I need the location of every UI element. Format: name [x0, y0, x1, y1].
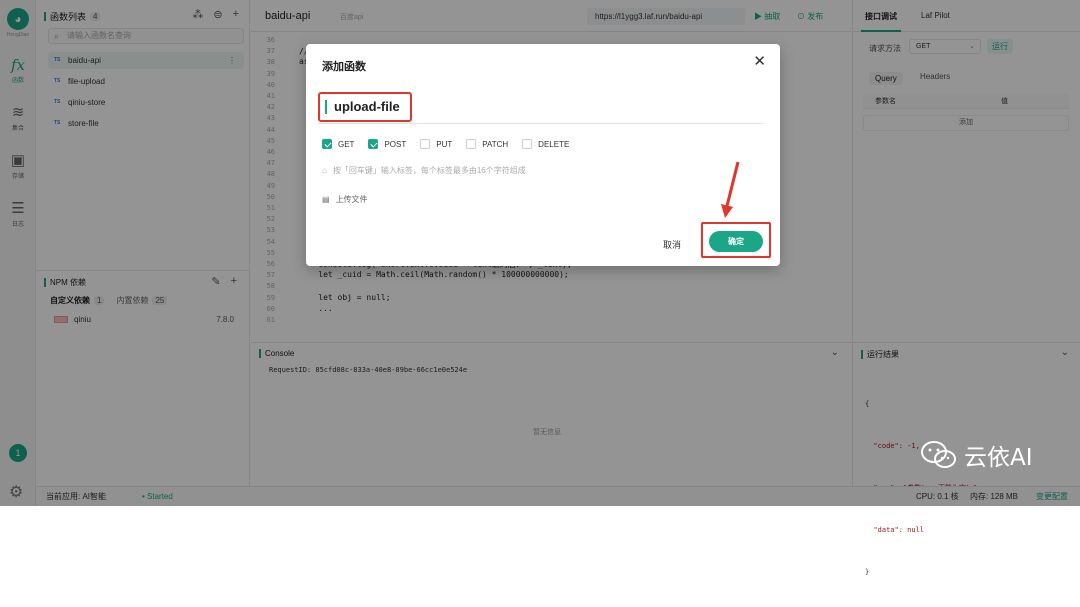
function-name-value: upload-file — [334, 99, 400, 114]
method-get-checkbox[interactable]: GET — [322, 139, 354, 149]
method-label: POST — [384, 139, 407, 149]
method-put-checkbox[interactable]: PUT — [420, 139, 452, 149]
tag-input[interactable]: ⌂ 按「回车键」输入标签，每个标签最多由16个字符组成 — [322, 165, 526, 176]
function-name-input[interactable]: upload-file — [318, 92, 412, 122]
file-icon: ▤ — [322, 195, 330, 204]
checkbox-checked — [322, 139, 332, 149]
watermark: 云依AI — [920, 438, 1033, 472]
cancel-button[interactable]: 取消 — [663, 238, 681, 251]
dialog-title: 添加函数 — [322, 61, 366, 73]
json-line: } — [865, 568, 870, 576]
method-checkboxes: GET POST PUT PATCH DELETE — [322, 139, 569, 149]
method-post-checkbox[interactable]: POST — [368, 139, 406, 149]
input-underline — [318, 123, 763, 124]
watermark-text: 云依AI — [964, 445, 1033, 471]
method-patch-checkbox[interactable]: PATCH — [466, 139, 508, 149]
close-icon[interactable]: ✕ — [753, 52, 766, 70]
method-label: PUT — [436, 139, 453, 149]
method-label: DELETE — [538, 139, 570, 149]
annotation-arrow-icon — [721, 161, 740, 218]
upload-file-button[interactable]: ▤ 上传文件 — [322, 194, 368, 205]
checkbox-checked — [368, 139, 379, 149]
method-delete-checkbox[interactable]: DELETE — [522, 139, 569, 149]
tag-hint: 按「回车键」输入标签，每个标签最多由16个字符组成 — [332, 166, 526, 175]
checkbox-unchecked — [420, 139, 431, 149]
app-root: ◕ HengDiao fx 函数 ≋ 集合 ▣ 存储 ☰ 日志 1 ⚙ 函数列表… — [0, 0, 1080, 576]
upload-label: 上传文件 — [335, 195, 368, 204]
add-function-dialog: 添加函数 ✕ upload-file GET POST PUT PATCH DE… — [306, 44, 780, 266]
wechat-icon — [921, 441, 956, 468]
text-caret — [325, 100, 327, 114]
checkbox-unchecked — [522, 139, 533, 149]
tag-icon: ⌂ — [322, 166, 327, 175]
method-label: GET — [338, 139, 355, 149]
confirm-button[interactable]: 确定 — [709, 231, 763, 252]
checkbox-unchecked — [466, 139, 477, 149]
json-line: "data": null — [865, 526, 925, 534]
method-label: PATCH — [482, 139, 509, 149]
